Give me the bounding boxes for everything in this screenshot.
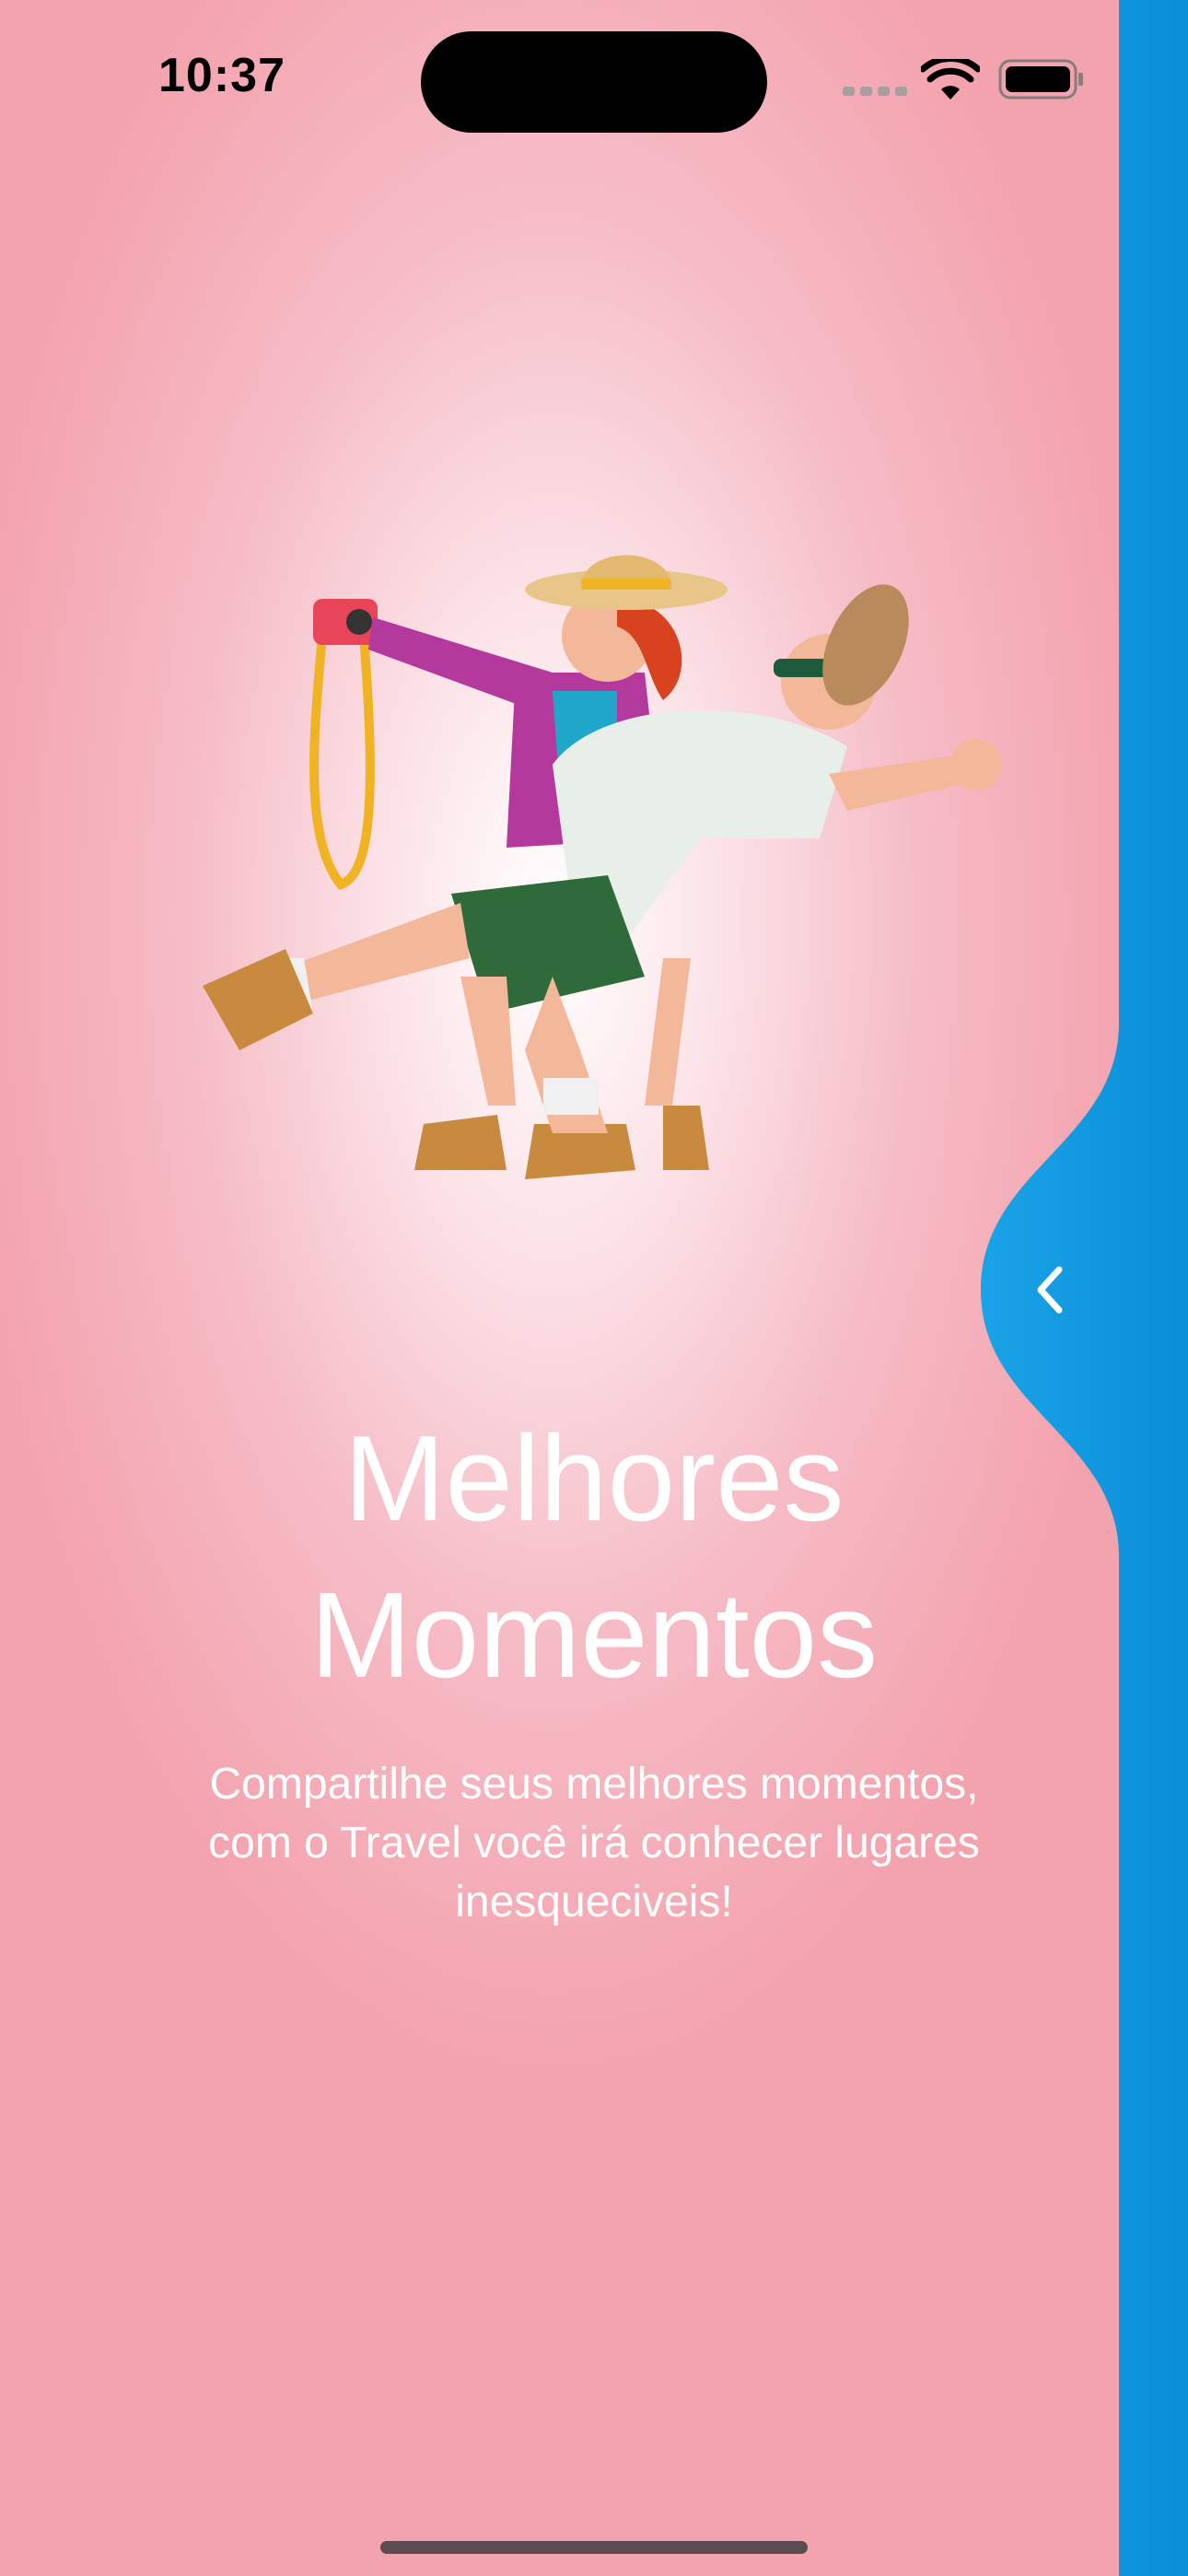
onboarding-screen: 10:37 Melhores Momentos Compartilhe seus…: [0, 0, 1188, 2576]
couple-selfie-illustration: [203, 555, 1002, 1179]
back-chevron-button[interactable]: [1013, 1235, 1087, 1345]
cellular-signal-icon: [843, 87, 907, 96]
onboarding-title: Melhores Momentos: [309, 1411, 879, 1703]
dynamic-island: [421, 31, 767, 133]
wifi-icon: [921, 59, 980, 100]
onboarding-subtitle: Compartilhe seus melhores momentos, com …: [208, 1760, 980, 1926]
status-time: 10:37: [158, 49, 285, 102]
home-indicator[interactable]: [380, 2541, 808, 2554]
